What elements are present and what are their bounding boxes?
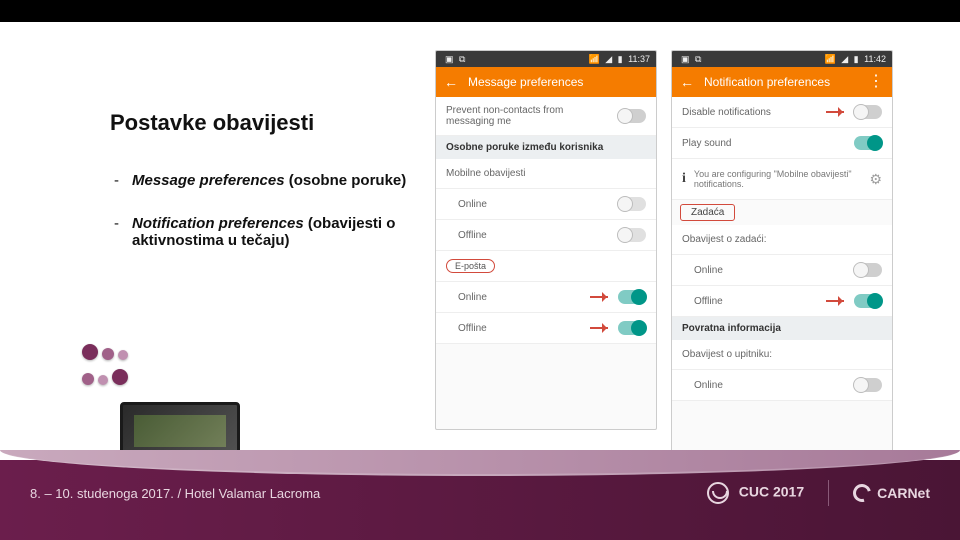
row-mobile-offline[interactable]: Offline	[436, 220, 656, 251]
red-arrow-icon	[588, 292, 612, 302]
row-label: Online	[458, 292, 582, 303]
status-right-icons: 📶 ◢ ▮ 11:42	[822, 54, 887, 65]
section-personal-messages: Osobne poruke između korisnika	[436, 136, 656, 159]
status-left-icons: ▣ ⧉	[442, 54, 465, 65]
red-arrow-icon	[824, 296, 848, 306]
wifi-icon: 📶	[589, 54, 600, 64]
clock-text: 11:37	[628, 54, 650, 64]
screenshot-icon: ⧉	[695, 54, 701, 64]
info-text: You are configuring "Mobilne obavijesti"…	[694, 169, 862, 189]
row-label: Offline	[458, 323, 582, 334]
toggle-on-icon[interactable]	[618, 321, 646, 335]
slide-body: Postavke obavijesti Message preferences …	[0, 22, 960, 460]
gear-icon[interactable]: ⚙	[869, 171, 882, 188]
left-text-column: Postavke obavijesti Message preferences …	[110, 110, 410, 275]
footer-wave-decoration	[0, 450, 960, 476]
bullet-em: Notification preferences	[132, 215, 304, 232]
conference-logo: CUC 2017	[707, 482, 804, 504]
status-right-icons: 📶 ◢ ▮ 11:37	[586, 54, 651, 65]
footer-divider	[828, 480, 829, 506]
row-label: Offline	[458, 230, 612, 241]
signal-icon: ◢	[841, 54, 848, 64]
row-label: Obavijest o zadaći:	[682, 234, 882, 245]
carnet-text: CARNet	[877, 485, 930, 501]
decorative-bubbles	[80, 342, 130, 392]
back-icon[interactable]: ←	[680, 74, 694, 90]
row-zadaca-header: Obavijest o zadaći:	[672, 225, 892, 255]
slide-footer: 8. – 10. studenoga 2017. / Hotel Valamar…	[0, 460, 960, 540]
bullet-em: Message preferences	[132, 172, 285, 189]
red-arrow-icon	[824, 107, 848, 117]
top-black-bar	[0, 0, 960, 22]
appbar-notification-prefs: ← Notification preferences ⋮	[672, 67, 892, 97]
toggle-on-icon[interactable]	[618, 290, 646, 304]
bullet-message-prefs: Message preferences (osobne poruke)	[110, 172, 410, 189]
row-zadaca-offline[interactable]: Offline	[672, 286, 892, 317]
slide-title: Postavke obavijesti	[110, 110, 410, 136]
row-label: Obavijest o upitniku:	[682, 349, 882, 360]
conference-name: CUC 2017	[739, 484, 804, 500]
category-zadaca: Zadaća	[680, 204, 735, 221]
battery-icon: ▮	[854, 54, 859, 64]
row-email-online[interactable]: Online	[436, 282, 656, 313]
bullet-notification-prefs: Notification preferences (obavijesti o a…	[110, 215, 410, 249]
camera-icon: ▣	[445, 54, 454, 64]
footer-date-venue: 8. – 10. studenoga 2017. / Hotel Valamar…	[30, 486, 320, 501]
row-label: Online	[694, 380, 848, 391]
toggle-off-icon[interactable]	[618, 109, 646, 123]
info-icon: i	[682, 171, 686, 187]
row-label: Online	[694, 265, 848, 276]
more-menu-icon[interactable]: ⋮	[868, 74, 884, 90]
row-label: Play sound	[682, 138, 848, 149]
toggle-on-icon[interactable]	[854, 136, 882, 150]
screenshot-icon: ⧉	[459, 54, 465, 64]
appbar-title: Message preferences	[468, 75, 648, 89]
phone-message-preferences: ▣ ⧉ 📶 ◢ ▮ 11:37 ← Message preferences Pr…	[435, 50, 657, 430]
globe-icon	[707, 482, 729, 504]
row-label: Disable notifications	[682, 107, 818, 118]
battery-icon: ▮	[618, 54, 623, 64]
carnet-logo: CARNet	[853, 484, 930, 502]
row-upitnik-online[interactable]: Online	[672, 370, 892, 401]
appbar-title: Notification preferences	[704, 75, 858, 89]
row-mobile-notifications-header: Mobilne obavijesti	[436, 159, 656, 189]
bullet-sub: (osobne poruke)	[289, 172, 407, 189]
toggle-locked-icon[interactable]	[618, 197, 646, 211]
signal-icon: ◢	[605, 54, 612, 64]
row-upitnik-header: Obavijest o upitniku:	[672, 340, 892, 370]
email-chip: E-pošta	[446, 259, 495, 273]
row-disable-notifications[interactable]: Disable notifications	[672, 97, 892, 128]
row-label: Mobilne obavijesti	[446, 168, 646, 179]
camera-icon: ▣	[681, 54, 690, 64]
row-label: Offline	[694, 296, 818, 307]
phone-notification-preferences: ▣ ⧉ 📶 ◢ ▮ 11:42 ← Notification preferenc…	[671, 50, 893, 455]
red-arrow-icon	[588, 323, 612, 333]
clock-text: 11:42	[864, 54, 886, 64]
android-statusbar: ▣ ⧉ 📶 ◢ ▮ 11:37	[436, 51, 656, 67]
row-mobile-online[interactable]: Online	[436, 189, 656, 220]
toggle-off-icon[interactable]	[854, 105, 882, 119]
status-left-icons: ▣ ⧉	[678, 54, 701, 65]
toggle-locked-icon[interactable]	[618, 228, 646, 242]
row-zadaca-online[interactable]: Online	[672, 255, 892, 286]
wifi-icon: 📶	[825, 54, 836, 64]
row-play-sound[interactable]: Play sound	[672, 128, 892, 159]
android-statusbar: ▣ ⧉ 📶 ◢ ▮ 11:42	[672, 51, 892, 67]
back-icon[interactable]: ←	[444, 74, 458, 90]
row-prevent-noncontacts[interactable]: Prevent non-contacts from messaging me	[436, 97, 656, 136]
appbar-message-prefs: ← Message preferences	[436, 67, 656, 97]
row-email-channel[interactable]: E-pošta	[436, 251, 656, 282]
carnet-ring-icon	[850, 481, 875, 506]
row-label: Prevent non-contacts from messaging me	[446, 105, 612, 127]
toggle-on-icon[interactable]	[854, 294, 882, 308]
section-povratna-informacija: Povratna informacija	[672, 317, 892, 340]
toggle-off-icon[interactable]	[854, 263, 882, 277]
row-label: Online	[458, 199, 612, 210]
row-email-offline[interactable]: Offline	[436, 313, 656, 344]
row-info-mobile-notifications: i You are configuring "Mobilne obavijest…	[672, 159, 892, 200]
toggle-off-icon[interactable]	[854, 378, 882, 392]
